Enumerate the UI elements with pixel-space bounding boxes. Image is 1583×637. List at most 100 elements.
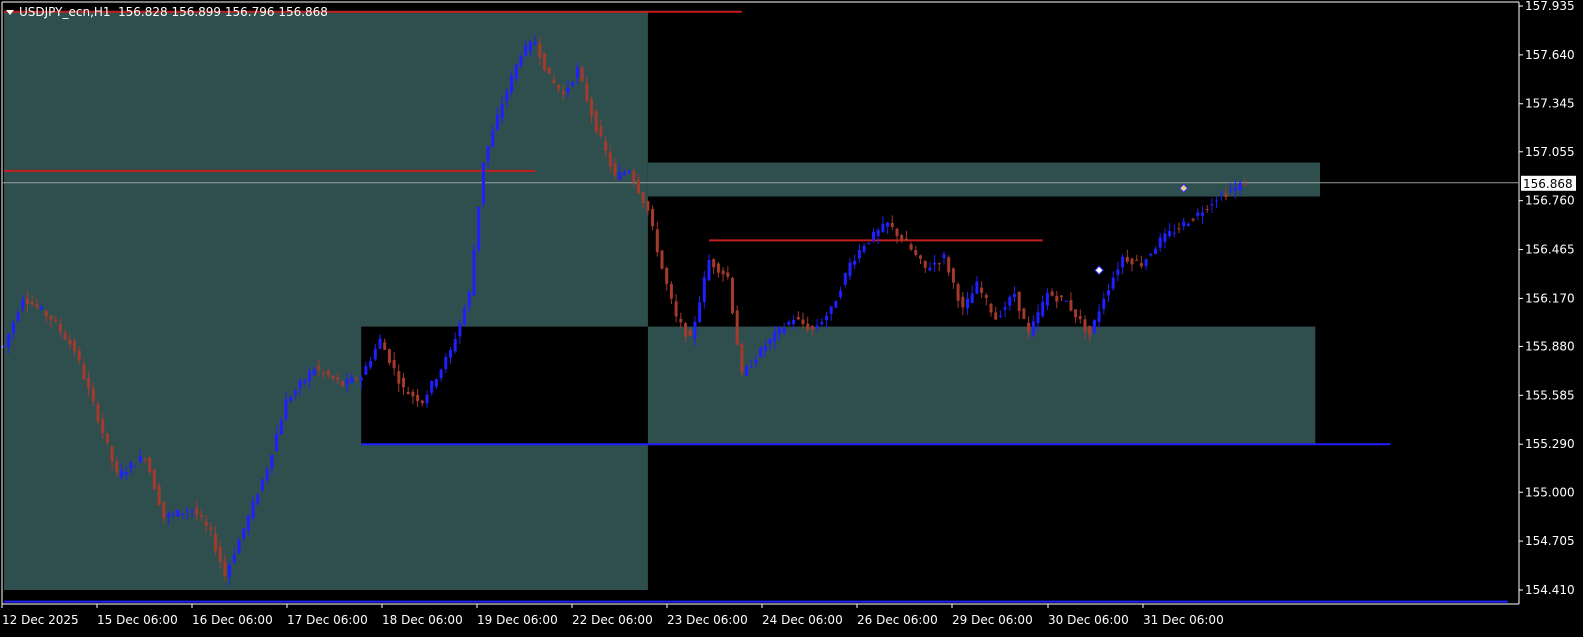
candle-body bbox=[1139, 263, 1143, 267]
candle-body bbox=[566, 87, 570, 93]
candle-body bbox=[989, 303, 993, 313]
candle-body bbox=[1003, 306, 1007, 310]
candle-body bbox=[702, 277, 706, 302]
price-tick-label: 157.640 bbox=[1525, 48, 1575, 62]
candle-body bbox=[383, 342, 387, 350]
candle-body bbox=[496, 114, 499, 130]
candle-body bbox=[308, 371, 311, 381]
candle-body bbox=[735, 310, 739, 346]
candle-body bbox=[369, 360, 373, 368]
candle-body bbox=[1229, 190, 1233, 192]
candle-body bbox=[575, 67, 579, 79]
candle-body bbox=[514, 64, 518, 79]
candle-body bbox=[1177, 228, 1181, 230]
candle-body bbox=[293, 390, 297, 395]
candle-body bbox=[919, 255, 922, 259]
candle-body bbox=[467, 291, 471, 307]
candle-body bbox=[1064, 300, 1068, 302]
candle-body bbox=[806, 323, 810, 330]
candle-body bbox=[599, 126, 603, 137]
candle-body bbox=[627, 171, 631, 173]
candle-body bbox=[152, 469, 156, 490]
candle-body bbox=[928, 267, 932, 271]
candle-body bbox=[261, 479, 264, 491]
candle-body bbox=[91, 388, 95, 402]
candle-body bbox=[275, 433, 279, 452]
candle-body bbox=[54, 319, 58, 322]
candle-body bbox=[359, 377, 363, 381]
candle-body bbox=[637, 180, 640, 194]
candle-body bbox=[434, 379, 438, 387]
candle-body bbox=[862, 245, 866, 252]
candle-body bbox=[1233, 186, 1237, 191]
candle-body bbox=[510, 75, 514, 93]
candle-body bbox=[557, 84, 561, 90]
candle-body bbox=[829, 306, 833, 314]
marker-diamond-icon bbox=[1094, 265, 1104, 275]
zone-rect bbox=[647, 162, 1320, 197]
candle-body bbox=[1097, 311, 1101, 323]
candle-body bbox=[622, 172, 626, 175]
candle-body bbox=[143, 459, 147, 461]
price-chart[interactable]: 157.935 157.640 157.345 157.055 156.760 156.4… bbox=[0, 0, 1583, 637]
zones-layer bbox=[4, 11, 1320, 590]
candle-body bbox=[16, 312, 20, 321]
candle-body bbox=[1186, 223, 1190, 226]
candle-body bbox=[162, 501, 166, 518]
candle-body bbox=[1172, 232, 1176, 234]
candle-body bbox=[2, 345, 6, 347]
candle-body bbox=[1224, 193, 1228, 197]
candle-body bbox=[552, 79, 556, 84]
candle-body bbox=[204, 521, 208, 526]
candle-body bbox=[336, 377, 340, 380]
candle-body bbox=[1022, 308, 1026, 319]
candle-body bbox=[1050, 291, 1054, 296]
candle-body bbox=[63, 332, 67, 340]
price-tick-label: 157.055 bbox=[1525, 145, 1575, 159]
candle-body bbox=[237, 540, 241, 554]
candle-body bbox=[1102, 298, 1106, 309]
candle-body bbox=[872, 231, 875, 241]
candle-body bbox=[857, 250, 861, 259]
candle-body bbox=[660, 250, 664, 269]
candle-body bbox=[1013, 294, 1016, 298]
candle-body bbox=[284, 399, 288, 420]
candle-body bbox=[82, 364, 86, 380]
candle-body bbox=[754, 359, 758, 364]
candle-body bbox=[87, 378, 91, 389]
candle-body bbox=[1191, 218, 1195, 221]
candle-body bbox=[1069, 300, 1073, 311]
candle-body bbox=[1041, 301, 1045, 317]
candle-body bbox=[209, 527, 213, 530]
time-tick-label: 16 Dec 06:00 bbox=[192, 613, 273, 627]
candle-body bbox=[228, 564, 232, 578]
candle-body bbox=[115, 461, 119, 473]
candle-body bbox=[167, 513, 170, 518]
candle-body bbox=[364, 366, 368, 375]
candle-body bbox=[547, 66, 551, 74]
time-tick-label: 31 Dec 06:00 bbox=[1143, 613, 1224, 627]
candle-body bbox=[712, 259, 716, 268]
candle-body bbox=[665, 267, 669, 284]
candle-body bbox=[1135, 259, 1139, 261]
price-tick-label: 155.290 bbox=[1525, 437, 1575, 451]
candle-body bbox=[895, 228, 899, 237]
candle-body bbox=[998, 315, 1002, 317]
candle-body bbox=[11, 322, 15, 334]
chart-header[interactable]: USDJPY_ecn,H1 156.828 156.899 156.796 15… bbox=[6, 5, 328, 19]
candle-body bbox=[406, 391, 410, 395]
candle-body bbox=[120, 469, 123, 478]
candle-body bbox=[594, 111, 598, 132]
candle-body bbox=[745, 366, 749, 376]
candle-body bbox=[768, 338, 772, 345]
candle-body bbox=[937, 263, 941, 265]
candle-body bbox=[176, 509, 180, 517]
candle-body bbox=[1036, 312, 1040, 323]
candle-body bbox=[815, 325, 819, 328]
candle-body bbox=[289, 397, 293, 401]
candle-body bbox=[674, 301, 678, 317]
candle-body bbox=[951, 268, 955, 283]
candle-body bbox=[1125, 256, 1129, 262]
candle-body bbox=[716, 263, 720, 273]
candle-body bbox=[669, 284, 673, 299]
